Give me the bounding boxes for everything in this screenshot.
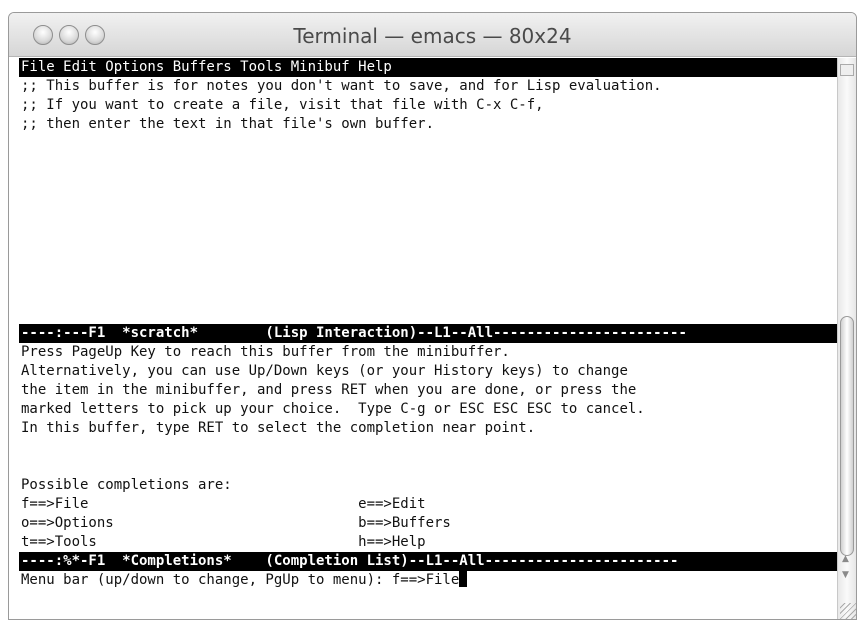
scroll-down-icon[interactable]: ▼ (842, 570, 849, 580)
completion-row[interactable]: f==>File e==>Edit (19, 495, 839, 514)
completion-row[interactable]: o==>Options b==>Buffers (19, 514, 839, 533)
scratch-line: ;; then enter the text in that file's ow… (21, 116, 435, 132)
scrollbar-top-box (840, 64, 854, 76)
emacs-menu-bar[interactable]: File Edit Options Buffers Tools Minibuf … (19, 58, 839, 77)
completions-help-line: In this buffer, type RET to select the c… (21, 420, 536, 436)
minibuffer-prompt: Menu bar (up/down to change, PgUp to men… (21, 572, 460, 588)
completion-row[interactable]: t==>Tools h==>Help (19, 533, 839, 552)
completions-help-line: Press PageUp Key to reach this buffer fr… (21, 344, 510, 360)
resize-grip-icon[interactable] (840, 603, 856, 619)
scroll-up-icon[interactable]: ▲ (842, 554, 849, 564)
terminal-screen[interactable]: File Edit Options Buffers Tools Minibuf … (19, 58, 839, 619)
window-title: Terminal — emacs — 80x24 (293, 24, 572, 48)
completions-help-line: marked letters to pick up your choice. T… (21, 401, 645, 417)
possible-completions-header: Possible completions are: (21, 477, 232, 493)
completions-help-line: Alternatively, you can use Up/Down keys … (21, 363, 628, 379)
text-cursor (459, 571, 468, 587)
scrollbar-thumb[interactable] (840, 316, 854, 556)
vertical-scrollbar[interactable]: ▲ ▼ (837, 58, 856, 619)
completions-help-line: the item in the minibuffer, and press RE… (21, 382, 637, 398)
scratch-line: ;; If you want to create a file, visit t… (21, 97, 544, 113)
scratch-mode-line: ----:---F1 *scratch* (Lisp Interaction)-… (19, 324, 839, 343)
title-bar[interactable]: Terminal — emacs — 80x24 (9, 13, 856, 57)
minibuffer[interactable]: Menu bar (up/down to change, PgUp to men… (19, 571, 839, 590)
completions-mode-line: ----:%*-F1 *Completions* (Completion Lis… (19, 552, 839, 571)
scratch-line: ;; This buffer is for notes you don't wa… (21, 78, 662, 94)
terminal-window: Terminal — emacs — 80x24 File Edit Optio… (8, 12, 857, 620)
